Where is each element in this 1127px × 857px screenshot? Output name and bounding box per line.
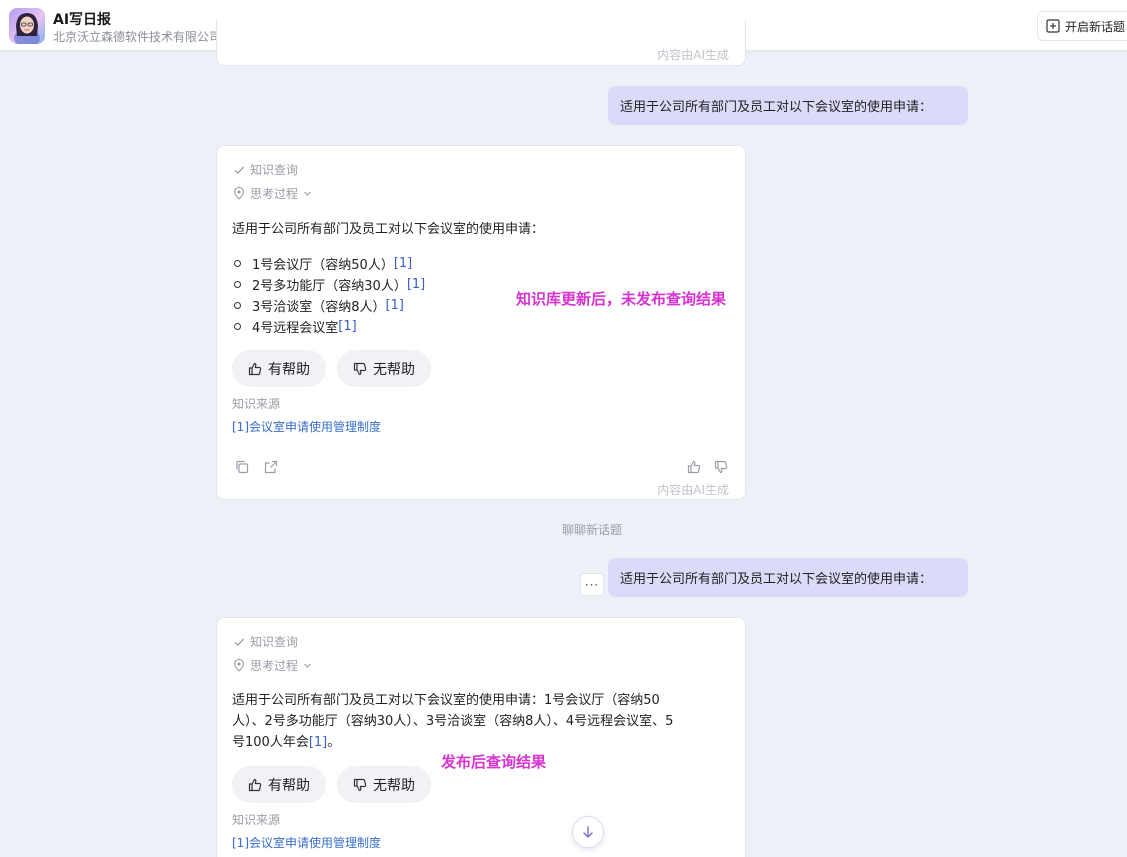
annotation-before-publish: 知识库更新后，未发布查询结果 (516, 290, 727, 308)
thumbs-up-icon (248, 778, 262, 791)
citation-link[interactable]: [1] (407, 277, 425, 292)
knowledge-query-status: 知识查询 (233, 161, 298, 178)
helpful-button[interactable]: 有帮助 (232, 350, 326, 387)
app-subtitle: 北京沃立森德软件技术有限公司 (53, 30, 222, 44)
ai-generated-note: 内容由AI生成 (657, 48, 729, 62)
meeting-room-list: 1号会议厅（容纳50人） [1] 2号多功能厅（容纳30人） [1] 3号洽谈室（容… (234, 253, 425, 337)
thumbs-down-icon[interactable] (714, 460, 728, 474)
new-topic-icon (1046, 19, 1060, 33)
new-topic-label: 开启新话题 (1065, 19, 1126, 34)
source-label: 知识来源 (232, 813, 281, 827)
list-item: 2号多功能厅（容纳30人） [1] (234, 274, 425, 295)
ai-generated-note: 内容由AI生成 (657, 483, 729, 497)
status-label: 知识查询 (250, 163, 299, 177)
location-pin-icon (233, 187, 245, 200)
list-item: 3号洽谈室（容纳8人） [1] (234, 295, 425, 316)
new-topic-divider: 聊聊新话题 (562, 523, 623, 537)
thumbs-down-icon (353, 778, 367, 791)
answer-card: 知识查询 思考过程 适用于公司所有部门及员工对以下会议室的使用申请： 1号会议厅… (216, 145, 746, 500)
citation-link[interactable]: [1] (386, 298, 404, 313)
citation-link[interactable]: [1] (338, 319, 356, 334)
scroll-to-bottom-button[interactable] (572, 816, 604, 848)
list-item: 4号远程会议室 [1] (234, 316, 425, 337)
new-topic-button[interactable]: 开启新话题 (1037, 11, 1127, 41)
arrow-down-icon (583, 826, 593, 838)
knowledge-query-status: 知识查询 (233, 633, 298, 650)
thumbs-down-icon (353, 362, 367, 375)
chevron-down-icon (304, 191, 311, 196)
citation-link[interactable]: [1] (309, 735, 327, 750)
previous-answer-card: 内容由AI生成 (216, 20, 746, 66)
check-icon (234, 638, 244, 646)
status-label: 知识查询 (250, 635, 299, 649)
user-message: 适用于公司所有部门及员工对以下会议室的使用申请： (608, 86, 968, 125)
thinking-label: 思考过程 (250, 659, 299, 673)
source-link[interactable]: [1]会议室申请使用管理制度 (232, 834, 381, 851)
citation-link[interactable]: [1] (394, 256, 412, 271)
thinking-process-toggle[interactable]: 思考过程 (233, 185, 312, 202)
answer-card: 知识查询 思考过程 适用于公司所有部门及员工对以下会议室的使用申请：1号会议厅（… (216, 617, 746, 857)
app-title: AI写日报 (53, 12, 112, 28)
source-label: 知识来源 (232, 397, 281, 411)
check-icon (234, 166, 244, 174)
more-options-button[interactable]: ··· (580, 573, 604, 596)
thinking-process-toggle[interactable]: 思考过程 (233, 657, 312, 674)
answer-intro: 适用于公司所有部门及员工对以下会议室的使用申请： (232, 222, 545, 237)
bot-avatar (9, 8, 45, 44)
list-item: 1号会议厅（容纳50人） [1] (234, 253, 425, 274)
thinking-label: 思考过程 (250, 187, 299, 201)
answer-body: 适用于公司所有部门及员工对以下会议室的使用申请：1号会议厅（容纳50 人）、2号… (232, 693, 674, 750)
unhelpful-button[interactable]: 无帮助 (337, 766, 431, 803)
source-link[interactable]: [1]会议室申请使用管理制度 (232, 418, 381, 435)
location-pin-icon (233, 659, 245, 672)
chevron-down-icon (304, 663, 311, 668)
thumbs-up-icon[interactable] (687, 460, 701, 474)
copy-icon[interactable] (235, 460, 249, 474)
user-message: 适用于公司所有部门及员工对以下会议室的使用申请： (608, 558, 968, 597)
annotation-after-publish: 发布后查询结果 (441, 753, 547, 771)
thumbs-up-icon (248, 362, 262, 375)
share-icon[interactable] (264, 460, 278, 474)
helpful-button[interactable]: 有帮助 (232, 766, 326, 803)
unhelpful-button[interactable]: 无帮助 (337, 350, 431, 387)
